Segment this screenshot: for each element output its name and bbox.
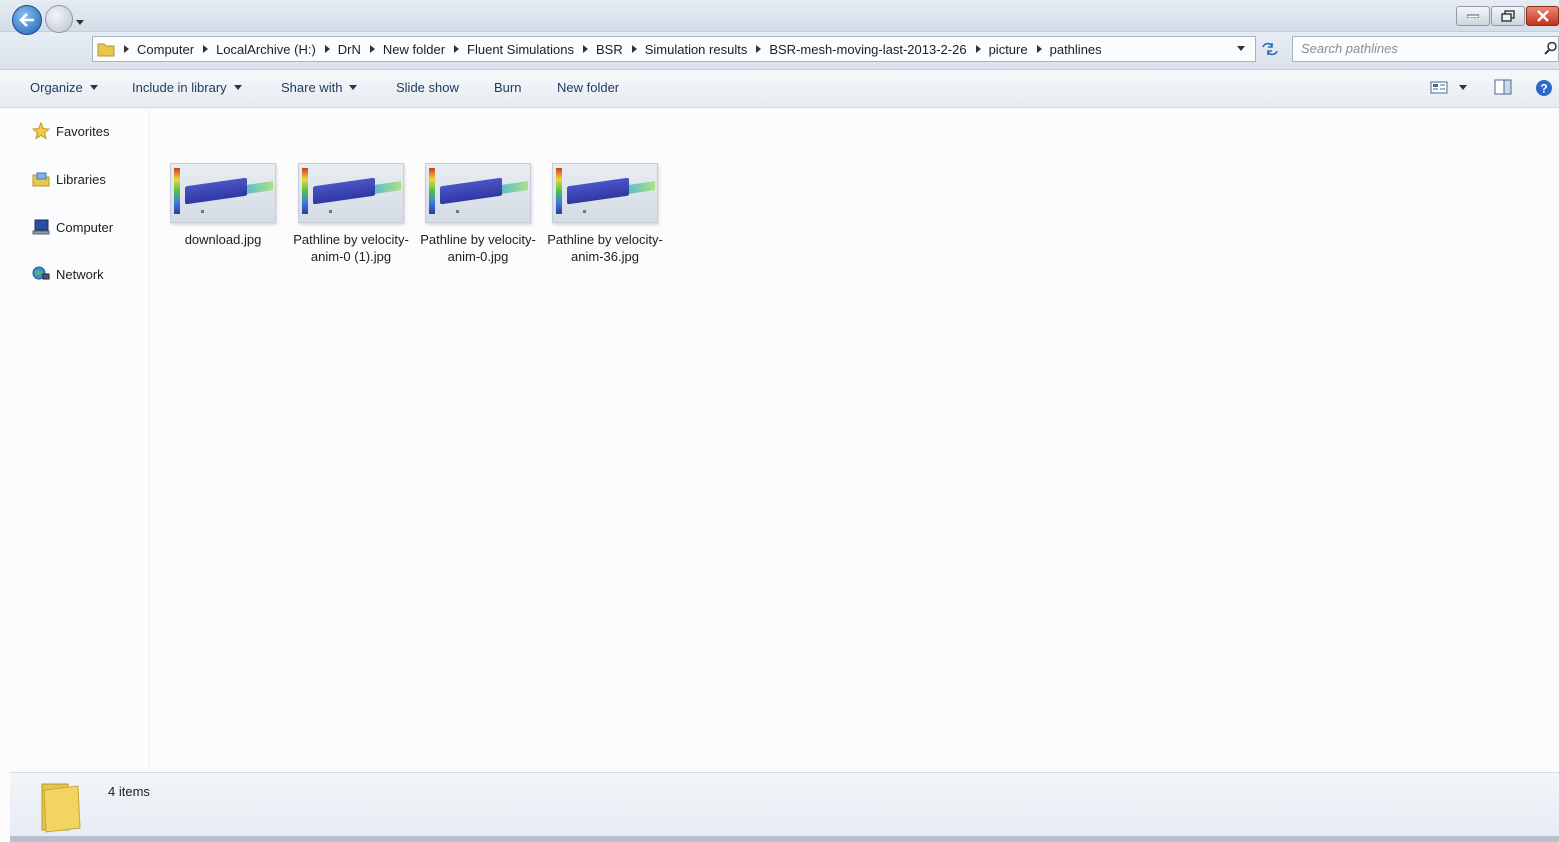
breadcrumb-current[interactable]: pathlines	[1050, 42, 1102, 57]
preview-pane-icon[interactable]	[1494, 79, 1512, 95]
chevron-down-icon[interactable]	[1458, 84, 1468, 92]
breadcrumb-item[interactable]: Computer	[137, 42, 216, 57]
minimize-icon	[1467, 14, 1479, 18]
breadcrumb-item[interactable]: LocalArchive (H:)	[216, 42, 338, 57]
slide-show-button[interactable]: Slide show	[396, 80, 459, 95]
refresh-button[interactable]	[1258, 38, 1282, 60]
file-name: Pathline by velocity-anim-0.jpg	[420, 232, 536, 264]
help-icon[interactable]: ?	[1535, 79, 1553, 97]
navigation-pane	[10, 108, 150, 772]
share-with-menu[interactable]: Share with	[281, 80, 358, 95]
computer-icon	[32, 218, 50, 236]
breadcrumb-item[interactable]: BSR-mesh-moving-last-2013-2-26	[769, 42, 988, 57]
refresh-icon	[1262, 42, 1278, 56]
file-name: download.jpg	[184, 232, 262, 247]
libraries-icon	[32, 170, 50, 188]
address-history-dropdown[interactable]	[1237, 46, 1245, 51]
file-item[interactable]: Pathline by velocity-anim-0.jpg	[418, 163, 538, 265]
title-bar	[0, 0, 1559, 32]
file-item[interactable]: Pathline by velocity-anim-0 (1).jpg	[291, 163, 411, 265]
sidebar-item-label: Favorites	[56, 123, 110, 139]
recent-pages-dropdown[interactable]	[75, 15, 85, 25]
sidebar-item-label: Network	[56, 266, 104, 282]
sidebar-item-favorites[interactable]: Favorites	[32, 122, 109, 140]
forward-button[interactable]	[45, 5, 73, 33]
image-thumbnail	[552, 163, 658, 223]
breadcrumb-item[interactable]: picture	[989, 42, 1050, 57]
image-thumbnail	[170, 163, 276, 223]
file-item[interactable]: Pathline by velocity-anim-36.jpg	[545, 163, 665, 265]
sidebar-item-label: Computer	[56, 219, 114, 235]
burn-button[interactable]: Burn	[494, 80, 521, 95]
file-name: Pathline by velocity-anim-0 (1).jpg	[293, 232, 409, 264]
folder-icon	[97, 43, 115, 57]
breadcrumb-root[interactable]	[115, 45, 137, 53]
close-icon	[1536, 10, 1549, 22]
network-icon	[32, 265, 50, 283]
breadcrumb-item[interactable]: BSR	[596, 42, 645, 57]
breadcrumb-item[interactable]: Fluent Simulations	[467, 42, 596, 57]
include-in-library-menu[interactable]: Include in library	[132, 80, 242, 95]
details-pane	[10, 772, 1559, 838]
image-thumbnail	[425, 163, 531, 223]
image-thumbnail	[298, 163, 404, 223]
window-bottom-border	[10, 836, 1559, 842]
address-bar[interactable]: Computer LocalArchive (H:) DrN New folde…	[92, 36, 1256, 62]
restore-icon	[1501, 10, 1515, 22]
close-button[interactable]	[1526, 6, 1559, 26]
sidebar-item-network[interactable]: Network	[32, 265, 104, 283]
breadcrumb-item[interactable]: DrN	[338, 42, 383, 57]
new-folder-button[interactable]: New folder	[557, 80, 619, 95]
sidebar-item-computer[interactable]: Computer	[32, 218, 113, 236]
chevron-down-icon	[76, 20, 84, 25]
search-input[interactable]: Search pathlines	[1292, 36, 1559, 62]
change-view-icon[interactable]	[1430, 79, 1448, 95]
star-icon	[32, 122, 50, 140]
folder-icon	[41, 783, 81, 833]
breadcrumb-item[interactable]: New folder	[383, 42, 467, 57]
search-icon[interactable]	[1544, 41, 1558, 55]
sidebar-item-label: Libraries	[56, 171, 106, 187]
back-button[interactable]	[12, 5, 42, 35]
file-item[interactable]: download.jpg	[163, 163, 283, 248]
svg-text:?: ?	[1540, 82, 1547, 96]
organize-menu[interactable]: Organize	[30, 80, 98, 95]
item-count: 4 items	[108, 784, 150, 799]
sidebar-item-libraries[interactable]: Libraries	[32, 170, 106, 188]
restore-button[interactable]	[1491, 6, 1525, 26]
file-name: Pathline by velocity-anim-36.jpg	[547, 232, 663, 264]
minimize-button[interactable]	[1456, 6, 1490, 26]
back-arrow-icon	[19, 13, 34, 27]
breadcrumb-item[interactable]: Simulation results	[645, 42, 770, 57]
